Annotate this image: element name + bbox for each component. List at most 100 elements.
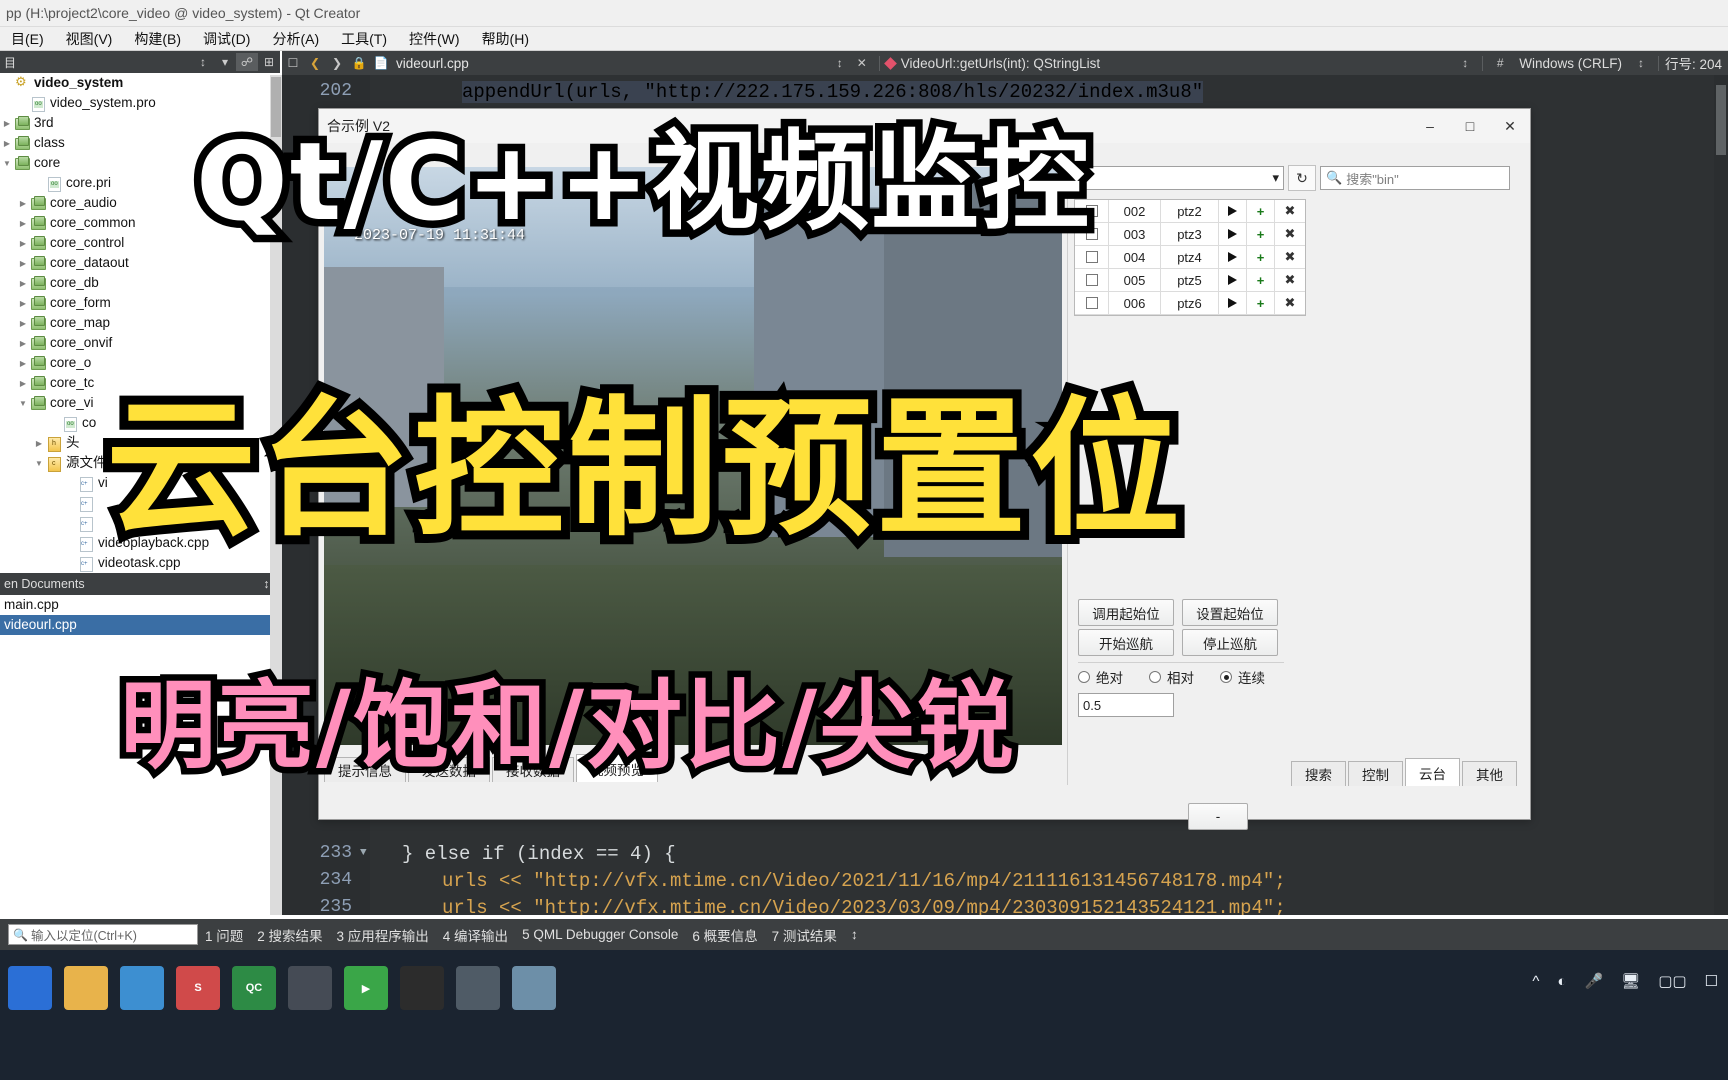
taskbar[interactable]: S QC ▶ ^ ◐ 🎤 🖥 ▢▢ ☐	[0, 950, 1728, 1080]
preset-delete-button[interactable]: ✖	[1275, 223, 1305, 245]
video-bottom-tabs[interactable]: 提示信息 发送数据 接收数据 视频预览	[324, 754, 660, 782]
chevron-down-icon[interactable]: ▼	[16, 399, 30, 408]
video-tab-提示信息[interactable]: 提示信息	[324, 757, 406, 782]
taskbar-start-icon[interactable]	[8, 966, 52, 1010]
preset-checkbox[interactable]	[1075, 246, 1109, 268]
taskbar-penguin-icon[interactable]	[400, 966, 444, 1010]
preset-goto-icon[interactable]	[1219, 292, 1247, 314]
table-row[interactable]: 002 ptz2 + ✖	[1075, 200, 1305, 223]
link-icon[interactable]: ☍	[236, 53, 258, 71]
encoding-dropdown-icon[interactable]: ↕	[1630, 56, 1652, 70]
ptz-tab-其他[interactable]: 其他	[1462, 761, 1517, 786]
tree-item[interactable]: ▶ core_common	[0, 213, 280, 233]
preset-table[interactable]: 002 ptz2 + ✖ 003 ptz3 + ✖ 004 ptz4 + ✖ 005 ptz5 + ✖ 006 p…	[1074, 199, 1306, 316]
status-item-search[interactable]: 2 搜索结果	[250, 925, 329, 945]
speed-spinbox[interactable]: 0.5	[1078, 693, 1174, 717]
tree-item[interactable]: video_system	[0, 73, 280, 93]
tree-item[interactable]: ▶ core_audio	[0, 193, 280, 213]
table-row[interactable]: 003 ptz3 + ✖	[1075, 223, 1305, 246]
refresh-button[interactable]: ↻	[1288, 165, 1316, 191]
chevron-right-icon[interactable]: ▶	[16, 199, 30, 208]
chevron-right-icon[interactable]: ▶	[16, 239, 30, 248]
menu-item-edit[interactable]: 目(E)	[0, 29, 55, 49]
video-tab-接收数据[interactable]: 接收数据	[492, 757, 574, 782]
tree-item[interactable]: ▶ core_o	[0, 353, 280, 373]
system-tray[interactable]: ^ ◐ 🎤 🖥 ▢▢ ☐	[1532, 972, 1718, 991]
tree-item[interactable]: ▶ core_control	[0, 233, 280, 253]
editor-symbol-combo[interactable]: VideoUrl::getUrls(int): QStringList	[901, 56, 1100, 71]
table-row[interactable]: 005 ptz5 + ✖	[1075, 269, 1305, 292]
chevron-right-icon[interactable]: ▶	[0, 119, 14, 128]
open-document-item[interactable]: videourl.cpp	[0, 615, 280, 635]
wifi-icon[interactable]: ◐	[1557, 973, 1566, 990]
preset-goto-icon[interactable]	[1219, 223, 1247, 245]
call-home-button[interactable]: 调用起始位	[1078, 599, 1174, 626]
chevron-right-icon[interactable]: ▶	[16, 379, 30, 388]
status-item-overview[interactable]: 6 概要信息	[685, 925, 764, 945]
video-tab-视频预览[interactable]: 视频预览	[576, 754, 658, 782]
start-tour-button[interactable]: 开始巡航	[1078, 629, 1174, 656]
preset-checkbox[interactable]	[1075, 269, 1109, 291]
preset-delete-button[interactable]: ✖	[1275, 200, 1305, 222]
tree-item[interactable]: ▶ core_dataout	[0, 253, 280, 273]
stop-tour-button[interactable]: 停止巡航	[1182, 629, 1278, 656]
video-tab-发送数据[interactable]: 发送数据	[408, 757, 490, 782]
minimize-button[interactable]: –	[1410, 109, 1450, 143]
tray-expand-icon[interactable]: ^	[1532, 973, 1539, 990]
tree-item[interactable]: ▼ 源文件	[0, 453, 280, 473]
tree-item[interactable]: ▶ class	[0, 133, 280, 153]
chevron-down-icon[interactable]: ▼	[32, 459, 46, 468]
chevron-right-icon[interactable]: ▶	[16, 359, 30, 368]
lang-icon[interactable]: ▢▢	[1658, 972, 1686, 990]
ptz-tab-控制[interactable]: 控制	[1348, 761, 1403, 786]
chevron-right-icon[interactable]: ▶	[0, 139, 14, 148]
sidebar-vertical-scrollbar[interactable]	[270, 75, 282, 915]
taskbar-icons[interactable]: S QC ▶	[8, 966, 556, 1010]
tree-item[interactable]: vi	[0, 473, 280, 493]
status-item-test-results[interactable]: 7 测试结果	[765, 925, 844, 945]
preset-delete-button[interactable]: ✖	[1275, 269, 1305, 291]
menu-item-debug[interactable]: 调试(D)	[192, 29, 261, 49]
preset-goto-icon[interactable]	[1219, 269, 1247, 291]
menu-item-view[interactable]: 视图(V)	[55, 29, 124, 49]
chevron-right-icon[interactable]: ▶	[16, 299, 30, 308]
status-item-issues[interactable]: 1 问题	[198, 925, 250, 945]
chevron-right-icon[interactable]: ▶	[16, 279, 30, 288]
taskbar-media-icon[interactable]	[288, 966, 332, 1010]
add-split-icon[interactable]: ⊞	[258, 53, 280, 71]
status-item-qml-console[interactable]: 5 QML Debugger Console	[515, 927, 685, 942]
preset-goto-icon[interactable]	[1219, 200, 1247, 222]
preset-add-button[interactable]: +	[1247, 269, 1275, 291]
preset-add-button[interactable]: +	[1247, 246, 1275, 268]
tree-item[interactable]	[0, 513, 280, 533]
preset-add-button[interactable]: +	[1247, 200, 1275, 222]
tree-item[interactable]: ▶ core_onvif	[0, 333, 280, 353]
preset-add-button[interactable]: +	[1247, 292, 1275, 314]
preset-checkbox[interactable]	[1075, 200, 1109, 222]
table-row[interactable]: 006 ptz6 + ✖	[1075, 292, 1305, 315]
tree-item[interactable]: ▼ core	[0, 153, 280, 173]
menu-item-help[interactable]: 帮助(H)	[471, 29, 540, 49]
editor-tab-close-icon[interactable]: ✕	[851, 56, 873, 70]
menu-item-widgets[interactable]: 控件(W)	[398, 29, 471, 49]
ptz-tab-搜索[interactable]: 搜索	[1291, 761, 1346, 786]
tree-item[interactable]: ▶ core_map	[0, 313, 280, 333]
symbol-dropdown-icon[interactable]: ↕	[1454, 56, 1476, 70]
taskbar-player-icon[interactable]: ▶	[344, 966, 388, 1010]
preset-checkbox[interactable]	[1075, 223, 1109, 245]
editor-split-icon[interactable]: ☐	[282, 56, 304, 70]
nav-back-icon[interactable]: ❮	[304, 56, 326, 70]
preset-add-button[interactable]: +	[1247, 223, 1275, 245]
status-item-app-output[interactable]: 3 应用程序输出	[330, 925, 436, 945]
editor-tab-videourl[interactable]: videourl.cpp	[396, 56, 469, 71]
display-icon[interactable]: 🖥	[1621, 972, 1640, 990]
zoom-out-button[interactable]: -	[1188, 803, 1248, 830]
chevron-right-icon[interactable]: ▶	[32, 439, 46, 448]
close-button[interactable]: ✕	[1490, 109, 1530, 143]
menu-item-tools[interactable]: 工具(T)	[330, 29, 398, 49]
maximize-button[interactable]: □	[1450, 109, 1490, 143]
editor-vertical-scrollbar[interactable]	[1714, 75, 1728, 915]
chevron-down-icon[interactable]: ▼	[0, 159, 14, 168]
tree-item[interactable]: ▶头	[0, 433, 280, 453]
split-selector-icon[interactable]: ↕	[192, 53, 214, 71]
